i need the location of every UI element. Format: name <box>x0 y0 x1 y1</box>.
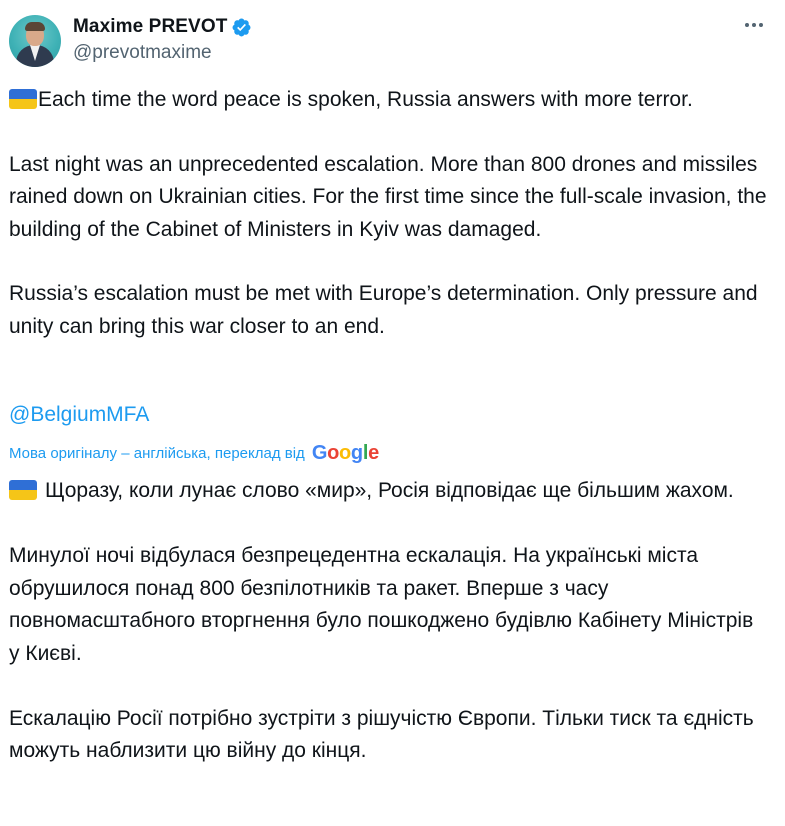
tweet-paragraph-2: Last night was an unprecedented escalati… <box>9 152 767 241</box>
translated-paragraph-1: Щоразу, коли лунає слово «мир», Росія ві… <box>9 475 769 508</box>
author-name[interactable]: Maxime PREVOT <box>73 16 227 38</box>
translation-note: Мова оригіналу – англійська, переклад ві… <box>9 441 379 465</box>
avatar[interactable] <box>9 15 61 67</box>
translated-paragraph-3: Ескалацію Росії потрібно зустріти з рішу… <box>9 706 754 763</box>
tweet-text: Each time the word peace is spoken, Russ… <box>9 84 769 343</box>
ukraine-flag-icon <box>9 480 37 500</box>
tweet-paragraph-1: Each time the word peace is spoken, Russ… <box>9 84 769 116</box>
more-horizontal-icon[interactable] <box>739 15 769 35</box>
author-handle[interactable]: @prevotmaxime <box>73 42 252 64</box>
tweet-card: Maxime PREVOT @prevotmaxime Each time th… <box>0 0 785 826</box>
ukraine-flag-icon <box>9 89 37 109</box>
translated-paragraph-2: Минулої ночі відбулася безпрецедентна ес… <box>9 543 754 665</box>
translation-note-text[interactable]: Мова оригіналу – англійська, переклад ві… <box>9 445 305 462</box>
tweet-paragraph-3: Russia’s escalation must be met with Eur… <box>9 282 758 338</box>
tweet-header: Maxime PREVOT @prevotmaxime <box>9 13 769 69</box>
google-logo: Google <box>311 441 379 464</box>
author-block: Maxime PREVOT @prevotmaxime <box>73 15 252 64</box>
mention-link[interactable]: @BelgiumMFA <box>9 403 149 427</box>
translated-text: Щоразу, коли лунає слово «мир», Росія ві… <box>9 475 769 768</box>
verified-badge-icon <box>231 17 252 38</box>
